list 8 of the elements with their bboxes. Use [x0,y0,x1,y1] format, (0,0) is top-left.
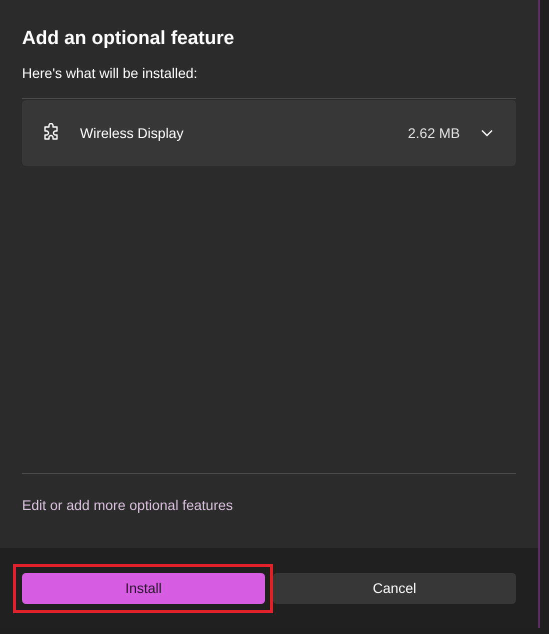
cancel-button[interactable]: Cancel [273,572,516,604]
feature-name: Wireless Display [80,124,184,143]
feature-row[interactable]: Wireless Display 2.62 MB [22,100,516,166]
dialog-title: Add an optional feature [22,27,236,51]
dialog-subtitle: Here's what will be installed: [22,64,198,83]
optional-features-link[interactable]: Edit or add more optional features [22,497,233,513]
feature-size: 2.62 MB [408,124,460,142]
install-button[interactable]: Install [22,572,265,604]
